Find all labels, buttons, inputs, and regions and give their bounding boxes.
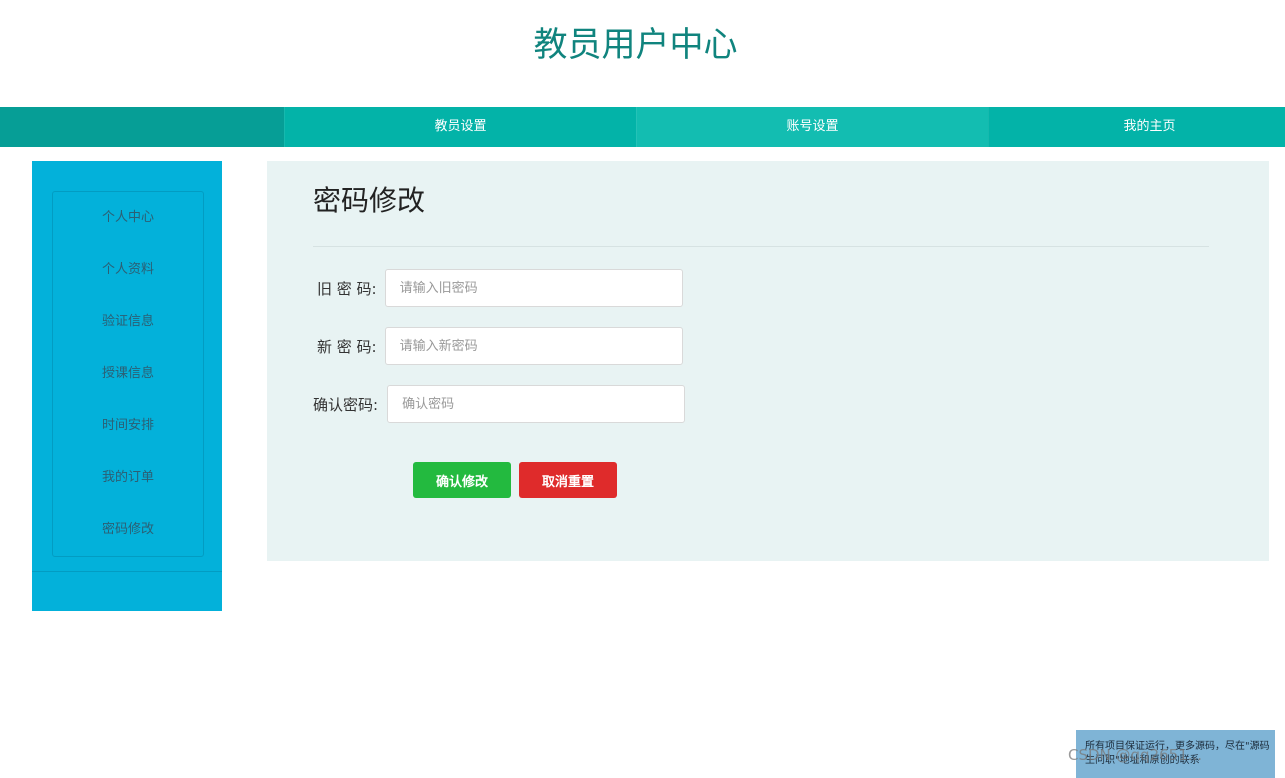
nav-item-teacher-settings[interactable]: 教员设置 <box>284 107 636 147</box>
sidebar-menu: 个人中心 个人资料 验证信息 授课信息 时间安排 我的订单 密码修改 <box>52 191 204 557</box>
panel-heading: 密码修改 <box>313 184 426 217</box>
new-password-input[interactable] <box>384 327 683 365</box>
sidebar-item-personal-center[interactable]: 个人中心 <box>53 192 203 244</box>
confirm-password-input[interactable] <box>387 385 686 423</box>
confirm-password-label: 确认密码: <box>313 395 379 414</box>
sidebar-item-change-password[interactable]: 密码修改 <box>53 504 203 556</box>
password-panel: 密码修改 旧 密 码: 新 密 码: 确认密码: 确认修改 取消重置 <box>267 161 1269 561</box>
old-password-label: 旧 密 码: <box>317 279 377 298</box>
nav-item-my-homepage[interactable]: 我的主页 <box>988 107 1285 147</box>
sidebar-item-profile[interactable]: 个人资料 <box>53 244 203 296</box>
sidebar-item-teaching-info[interactable]: 授课信息 <box>53 348 203 400</box>
sidebar-item-verification[interactable]: 验证信息 <box>53 296 203 348</box>
navbar-left-block <box>0 107 284 147</box>
old-password-row: 旧 密 码: <box>317 268 683 308</box>
old-password-input[interactable] <box>384 269 683 307</box>
confirm-change-button[interactable]: 确认修改 <box>413 462 511 498</box>
new-password-label: 新 密 码: <box>317 337 377 356</box>
top-navbar: 教员设置 账号设置 我的主页 <box>0 107 1285 147</box>
confirm-password-row: 确认密码: <box>313 384 686 424</box>
cancel-reset-button[interactable]: 取消重置 <box>519 462 617 498</box>
sidebar-item-schedule[interactable]: 时间安排 <box>53 400 203 452</box>
sidebar-item-my-orders[interactable]: 我的订单 <box>53 452 203 504</box>
sidebar-divider <box>32 571 222 572</box>
nav-item-account-settings[interactable]: 账号设置 <box>636 107 988 147</box>
new-password-row: 新 密 码: <box>317 326 683 366</box>
sidebar: 个人中心 个人资料 验证信息 授课信息 时间安排 我的订单 密码修改 <box>32 161 222 611</box>
csdn-watermark: CSDN @qq2651... <box>1068 746 1203 764</box>
page-title: 教员用户中心 <box>533 25 738 65</box>
panel-divider <box>313 246 1209 247</box>
